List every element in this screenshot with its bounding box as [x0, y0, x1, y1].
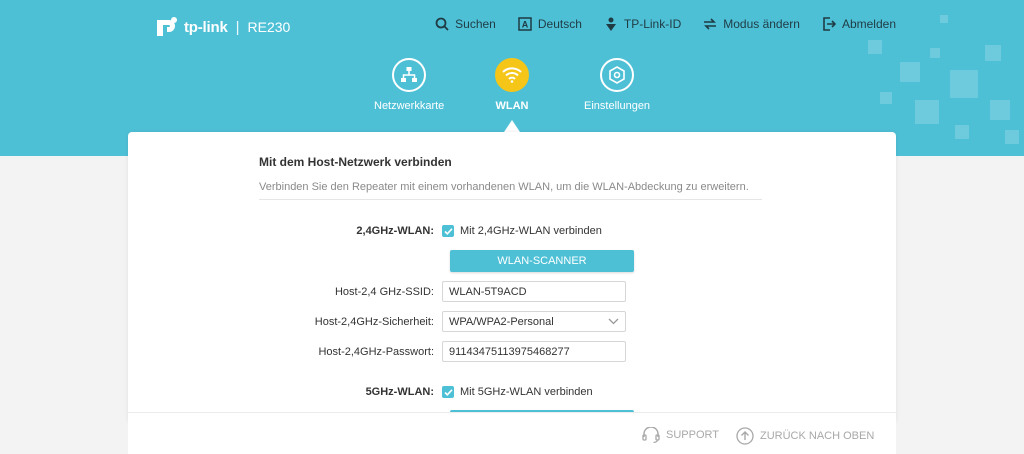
- brand-separator: |: [235, 18, 240, 36]
- logout-label: Abmelden: [841, 17, 896, 31]
- tplink-id-icon: [605, 17, 616, 31]
- tplink-logo: tp-link: [154, 14, 228, 40]
- language-link[interactable]: A Deutsch: [518, 17, 582, 31]
- settings-icon: [600, 58, 635, 92]
- tplink-id-label: TP-Link-ID: [623, 17, 682, 31]
- security-value: WPA/WPA2-Personal: [449, 315, 554, 328]
- band5-checkbox[interactable]: Mit 5GHz-WLAN verbinden: [442, 386, 593, 398]
- top-nav: Suchen A Deutsch TP-Link-ID Modus ändern…: [435, 17, 896, 31]
- ssid-label: Host-2,4 GHz-SSID:: [334, 285, 434, 298]
- mode-change-link[interactable]: Modus ändern: [703, 17, 800, 31]
- arrow-up-circle-icon: [736, 427, 754, 445]
- password-row: Host-2,4GHz-Passwort: 911434751139754682…: [128, 341, 896, 362]
- tab-settings-label: Einstellungen: [584, 100, 651, 112]
- device-model: RE230: [247, 19, 291, 35]
- svg-text:A: A: [522, 20, 529, 30]
- back-to-top-link[interactable]: ZURÜCK NACH OBEN: [736, 427, 874, 445]
- password-label: Host-2,4GHz-Passwort:: [318, 345, 434, 358]
- ssid-row: Host-2,4 GHz-SSID: WLAN-5T9ACD: [128, 281, 896, 302]
- tplink-logo-icon: [157, 17, 177, 36]
- tab-network-map[interactable]: Netzwerkkarte: [374, 58, 444, 112]
- band5-row: 5GHz-WLAN: Mit 5GHz-WLAN verbinden: [128, 386, 896, 398]
- band24-row: 2,4GHz-WLAN: Mit 2,4GHz-WLAN verbinden: [128, 225, 896, 237]
- security-label: Host-2,4GHz-Sicherheit:: [314, 315, 434, 328]
- decor-square: [940, 15, 948, 23]
- chevron-down-icon: [608, 318, 619, 325]
- active-tab-caret: [504, 120, 520, 132]
- decor-square: [868, 40, 882, 54]
- language-icon: A: [518, 17, 532, 31]
- checkmark-icon: [442, 225, 454, 237]
- headset-icon: [642, 427, 660, 443]
- tab-settings[interactable]: Einstellungen: [584, 58, 650, 112]
- wifi-icon: [495, 58, 529, 92]
- language-label: Deutsch: [537, 17, 582, 31]
- brand: tp-link | RE230: [154, 14, 290, 40]
- search-icon: [435, 17, 449, 31]
- band5-checkbox-label: Mit 5GHz-WLAN verbinden: [460, 386, 593, 398]
- decor-square: [930, 48, 940, 58]
- section-description: Verbinden Sie den Repeater mit einem vor…: [259, 181, 749, 193]
- band24-label: 2,4GHz-WLAN:: [356, 225, 434, 237]
- search-label: Suchen: [455, 17, 496, 31]
- content-card: Mit dem Host-Netzwerk verbinden Verbinde…: [128, 132, 896, 422]
- security-select[interactable]: WPA/WPA2-Personal: [442, 311, 626, 332]
- ssid-input[interactable]: WLAN-5T9ACD: [442, 281, 626, 302]
- mode-change-label: Modus ändern: [723, 17, 800, 31]
- band24-checkbox[interactable]: Mit 2,4GHz-WLAN verbinden: [442, 225, 602, 237]
- band5-label: 5GHz-WLAN:: [365, 386, 434, 398]
- mode-change-icon: [704, 18, 717, 30]
- divider: [259, 199, 762, 200]
- tab-wlan[interactable]: WLAN: [495, 58, 529, 112]
- logout-icon: [823, 17, 836, 31]
- security-row: Host-2,4GHz-Sicherheit: WPA/WPA2-Persona…: [128, 311, 896, 332]
- checkmark-icon: [442, 386, 454, 398]
- support-label: SUPPORT: [666, 429, 719, 441]
- tplink-id-link[interactable]: TP-Link-ID: [604, 17, 681, 31]
- section-title: Mit dem Host-Netzwerk verbinden: [259, 155, 452, 169]
- logout-link[interactable]: Abmelden: [822, 17, 896, 31]
- wlan-scanner-button[interactable]: WLAN-SCANNER: [450, 250, 634, 272]
- password-input[interactable]: 91143475113975468277: [442, 341, 626, 362]
- support-link[interactable]: SUPPORT: [642, 427, 719, 443]
- footer-bar: SUPPORT ZURÜCK NACH OBEN: [128, 412, 896, 454]
- search-link[interactable]: Suchen: [435, 17, 496, 31]
- back-to-top-label: ZURÜCK NACH OBEN: [760, 430, 875, 442]
- logo-text: tp-link: [184, 18, 228, 36]
- tab-network-map-label: Netzwerkkarte: [374, 100, 445, 112]
- tab-wlan-label: WLAN: [495, 100, 529, 112]
- network-map-icon: [392, 58, 427, 92]
- band24-checkbox-label: Mit 2,4GHz-WLAN verbinden: [460, 225, 602, 237]
